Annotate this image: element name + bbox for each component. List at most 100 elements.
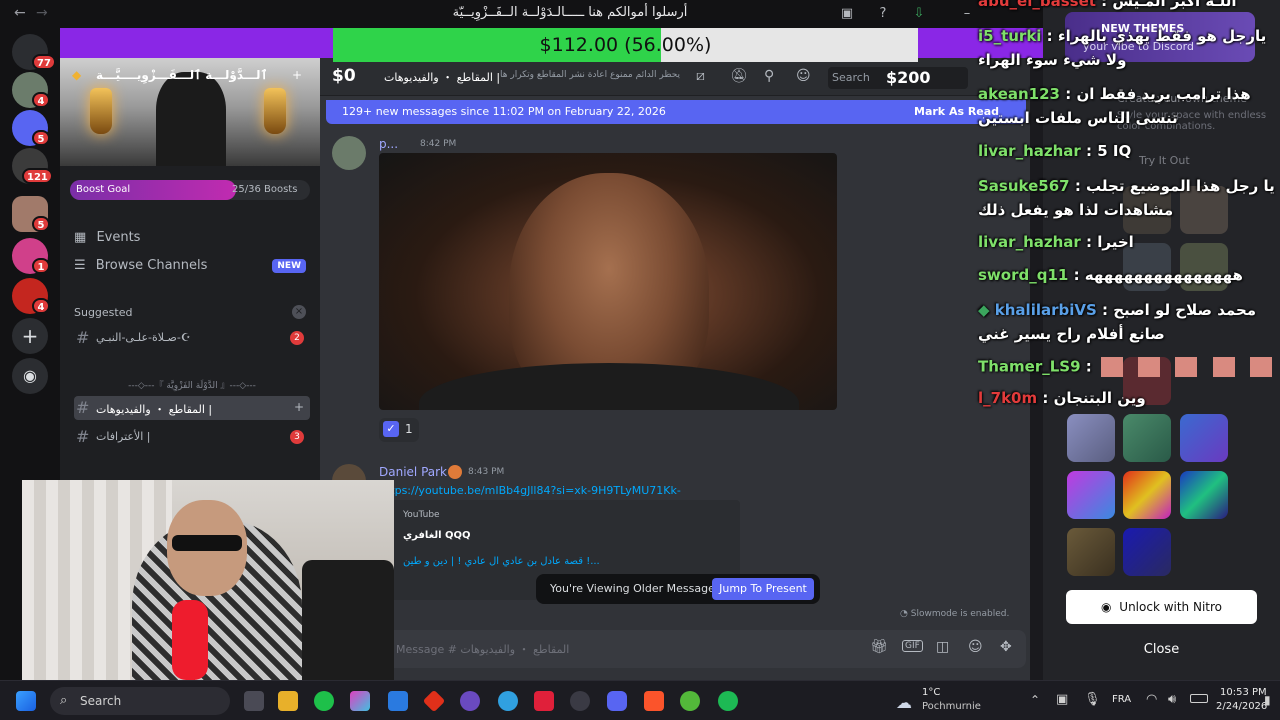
nitro-icon: ◉ bbox=[1100, 600, 1112, 614]
inbox-icon[interactable]: ▣ bbox=[838, 5, 856, 23]
server-icon-2[interactable]: 5 bbox=[12, 110, 50, 146]
app-icon-red[interactable] bbox=[422, 689, 446, 713]
unlock-label: Unlock with Nitro bbox=[1119, 600, 1223, 614]
file-explorer-icon[interactable] bbox=[278, 691, 298, 711]
volume-icon[interactable]: 🔊︎ bbox=[1168, 692, 1176, 707]
taskbar-search[interactable]: ⌕ Search bbox=[50, 687, 230, 715]
chat-message: livar_hazhar : اخيرا bbox=[978, 233, 1134, 251]
unlock-nitro-button[interactable]: ◉ Unlock with Nitro bbox=[1066, 590, 1257, 624]
back-icon[interactable]: ← bbox=[14, 5, 26, 21]
clock-date[interactable]: 2/24/2026 bbox=[1216, 701, 1267, 712]
mute-icon[interactable]: 🔕︎ bbox=[730, 68, 748, 84]
message-link[interactable]: https://youtube.be/mIBb4gJll84?si=xk-9H9… bbox=[379, 484, 779, 497]
windows-start-icon[interactable] bbox=[16, 691, 36, 711]
header-topic[interactable]: يحظر الدائم ممنوع اعادة نشر المقاطع وتكر… bbox=[500, 70, 690, 80]
search-input[interactable]: Search $200 bbox=[828, 67, 968, 89]
boost-goal-bar[interactable]: Boost Goal 25/36 Boosts bbox=[70, 180, 310, 200]
channel-suggested[interactable]: # صـلاة-علـى-النبـي-☪ 2 bbox=[74, 326, 310, 350]
sticker-icon[interactable]: ◫ bbox=[936, 639, 949, 655]
message-author[interactable]: p... bbox=[379, 137, 398, 151]
reaction-checkmark[interactable]: ✓ 1 bbox=[379, 418, 419, 442]
tray-icon[interactable]: ▣ bbox=[1056, 692, 1068, 707]
add-member-icon[interactable]: + bbox=[294, 400, 304, 414]
theme-swatch[interactable] bbox=[1067, 471, 1115, 519]
help-icon[interactable]: ? bbox=[874, 5, 892, 23]
theme-swatch[interactable] bbox=[1067, 528, 1115, 576]
embed-title[interactable]: قصة عادل بن عادي ال عادي ! | دين و طين !… bbox=[403, 556, 600, 567]
weather-temp[interactable]: 1°C bbox=[922, 687, 940, 698]
unread-badge: 2 bbox=[290, 331, 304, 345]
emoji-icon[interactable]: ☺ bbox=[968, 639, 983, 655]
forward-icon[interactable]: → bbox=[36, 5, 48, 21]
new-messages-bar[interactable]: 129+ new messages since 11:02 PM on Febr… bbox=[326, 100, 1026, 124]
server-banner[interactable]: ٱلـــدَّوْلـــة ٱلـــفَـــزْوِيــــيَّــ… bbox=[60, 58, 320, 166]
gif-icon[interactable]: GIF bbox=[902, 640, 923, 652]
app-icon-purple[interactable] bbox=[460, 691, 480, 711]
server-icon-6[interactable]: 4 bbox=[12, 278, 50, 314]
battery-icon[interactable] bbox=[1190, 694, 1208, 703]
server-name[interactable]: ٱلـــدَّوْلـــة ٱلـــفَـــزْوِيــــيَّــ… bbox=[96, 68, 268, 82]
language-indicator[interactable]: FRA bbox=[1112, 694, 1131, 705]
members-icon[interactable]: ☺ bbox=[796, 68, 811, 84]
copilot-icon[interactable] bbox=[350, 691, 370, 711]
app-icon-w[interactable] bbox=[534, 691, 554, 711]
jump-to-present-button[interactable]: Jump To Present bbox=[712, 578, 814, 600]
channel-confessions[interactable]: # الأعترافات | 3 bbox=[74, 425, 310, 449]
theme-swatch[interactable] bbox=[1123, 471, 1171, 519]
theme-swatch[interactable] bbox=[1123, 414, 1171, 462]
store-icon[interactable] bbox=[388, 691, 408, 711]
dismiss-icon[interactable]: × bbox=[292, 305, 306, 319]
brave-icon[interactable] bbox=[644, 691, 664, 711]
boost-count: 25/36 Boosts bbox=[232, 184, 298, 195]
apps-icon[interactable]: ✥ bbox=[1000, 639, 1012, 655]
add-server-icon[interactable]: + bbox=[12, 318, 48, 354]
events-item[interactable]: ▦ Events bbox=[74, 230, 140, 245]
gift-icon[interactable]: 🎁︎ bbox=[870, 639, 888, 655]
server-icon-1[interactable]: 4 bbox=[12, 72, 50, 108]
clock-time[interactable]: 10:53 PM bbox=[1220, 687, 1267, 698]
new-messages-text: 129+ new messages since 11:02 PM on Febr… bbox=[342, 105, 666, 118]
message-image[interactable] bbox=[379, 153, 837, 410]
theme-swatch[interactable] bbox=[1067, 414, 1115, 462]
direct-messages-icon[interactable]: 77 bbox=[12, 34, 56, 70]
discover-icon[interactable]: ◉ bbox=[12, 358, 48, 394]
spotify-icon[interactable] bbox=[718, 691, 738, 711]
channel-active[interactable]: # المقاطع ・ والفيديوهات | + bbox=[74, 396, 310, 420]
theme-swatch[interactable] bbox=[1123, 528, 1171, 576]
server-icon-5[interactable]: 1 bbox=[12, 238, 50, 274]
message-composer[interactable]: Message # المقاطع ・ والفيديوهات 🎁︎ GIF ◫… bbox=[336, 630, 1026, 668]
task-view-icon[interactable] bbox=[244, 691, 264, 711]
discord-icon[interactable] bbox=[607, 691, 627, 711]
boost-goal-label: Boost Goal bbox=[76, 184, 131, 195]
download-icon[interactable]: ⇩ bbox=[910, 5, 928, 23]
minimize-icon[interactable]: – bbox=[958, 5, 976, 23]
weather-location[interactable]: Pochmurnie bbox=[922, 701, 981, 712]
invite-icon[interactable]: + bbox=[292, 68, 302, 82]
theme-swatch[interactable] bbox=[1180, 414, 1228, 462]
server-icon-3[interactable]: 121 bbox=[12, 148, 53, 184]
avatar[interactable] bbox=[332, 136, 366, 170]
reaction-count: 1 bbox=[405, 422, 413, 436]
browser-icon[interactable] bbox=[498, 691, 518, 711]
chevron-up-icon[interactable]: ⌃ bbox=[1030, 693, 1040, 707]
mic-icon[interactable]: 🎙︎ bbox=[1084, 692, 1101, 707]
obs-icon[interactable] bbox=[570, 691, 590, 711]
theme-swatch[interactable] bbox=[1180, 471, 1228, 519]
wifi-icon[interactable]: ◠ bbox=[1146, 692, 1157, 707]
pin-icon[interactable]: ⚲ bbox=[764, 68, 774, 84]
message-author[interactable]: Daniel Park bbox=[379, 465, 447, 479]
app-icon-green[interactable] bbox=[314, 691, 334, 711]
chat-header: $0 المقاطع ・ والفيديوهات | يحظر الدائم م… bbox=[320, 58, 1030, 96]
channel-category[interactable]: ---◇---『 الدَّوْلَة الفَزْوِيَّة 』---◇--… bbox=[74, 378, 310, 391]
notification-icon[interactable]: ▮ bbox=[1264, 693, 1271, 707]
browse-channels-item[interactable]: ☰ Browse Channels NEW bbox=[74, 258, 306, 273]
app-icon-leaf[interactable] bbox=[680, 691, 700, 711]
server-icon-active[interactable]: 5 bbox=[12, 196, 50, 232]
embed-author[interactable]: الغافري QQQ bbox=[403, 530, 471, 541]
hash-icon: # bbox=[76, 398, 90, 417]
embed-provider[interactable]: YouTube bbox=[403, 510, 440, 520]
browse-channels-label: Browse Channels bbox=[95, 258, 208, 273]
close-button[interactable]: Close bbox=[1066, 636, 1257, 664]
chat-message: livar_hazhar : 5 IQ bbox=[978, 142, 1132, 160]
threads-icon[interactable]: ⧄ bbox=[696, 68, 705, 84]
